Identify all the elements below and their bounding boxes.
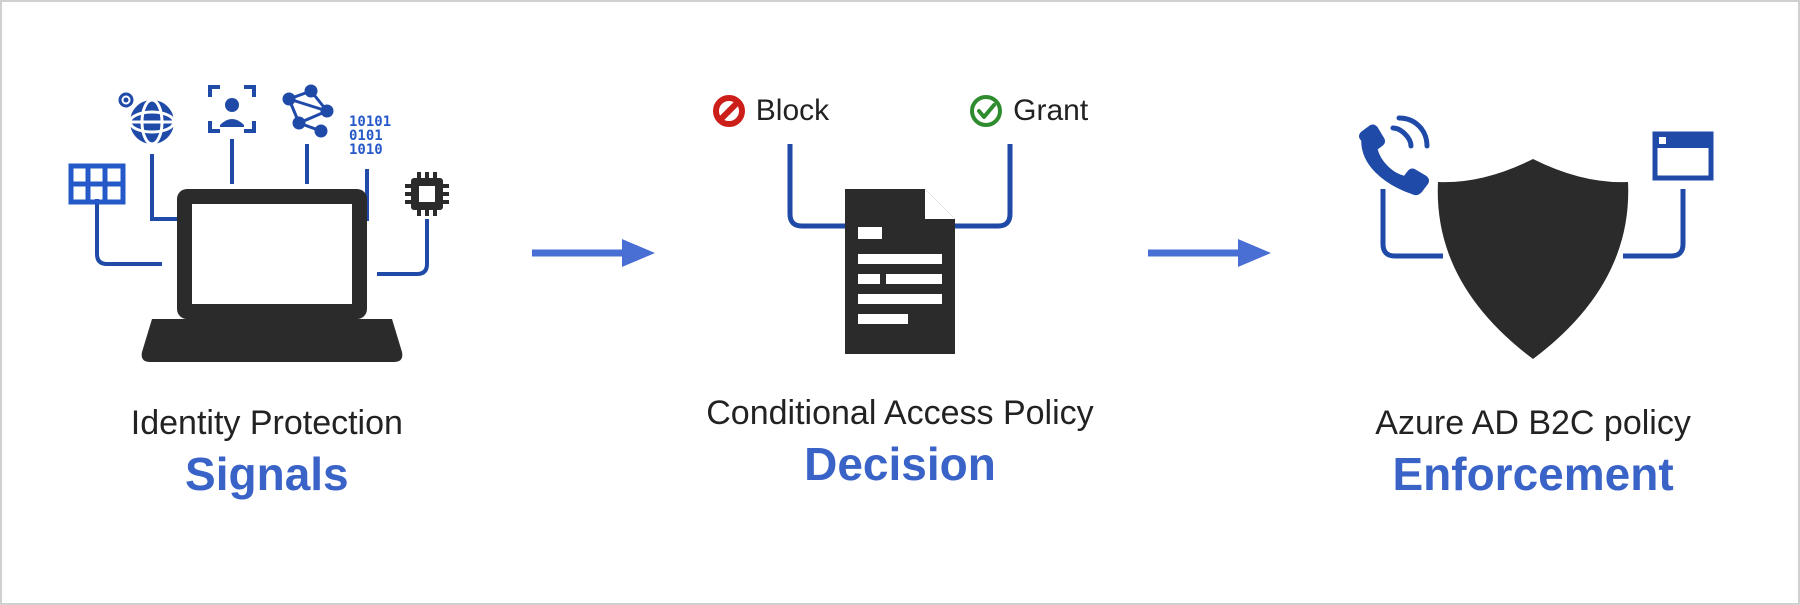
grant-icon	[969, 94, 1003, 128]
face-id-icon	[210, 87, 254, 131]
binary-code-icon: 10101 0101 1010	[349, 114, 391, 158]
signals-caption: Identity Protection Signals	[131, 404, 403, 501]
app-window-icon	[1655, 134, 1711, 178]
enforcement-title: Azure AD B2C policy	[1375, 404, 1691, 443]
enforcement-illustration	[1323, 84, 1743, 384]
grant-label-group: Grant	[969, 94, 1088, 128]
decision-emphasis: Decision	[706, 437, 1093, 491]
signals-emphasis: Signals	[131, 447, 403, 501]
svg-text:1010: 1010	[349, 142, 383, 158]
enforcement-caption: Azure AD B2C policy Enforcement	[1375, 404, 1691, 501]
block-text: Block	[756, 94, 829, 128]
arrow-1	[527, 233, 657, 273]
stage-enforcement: Azure AD B2C policy Enforcement	[1323, 84, 1743, 501]
stage-decision: Block Grant	[706, 94, 1093, 491]
signals-title: Identity Protection	[131, 404, 403, 443]
document-icon	[845, 189, 955, 354]
signals-illustration: 10101 0101 1010	[57, 84, 477, 384]
decision-illustration	[720, 134, 1080, 374]
grant-text: Grant	[1013, 94, 1088, 128]
phone-mfa-icon	[1359, 118, 1429, 195]
app-grid-icon	[71, 166, 123, 202]
chip-icon	[405, 172, 449, 216]
network-graph-icon	[284, 86, 332, 136]
block-label-group: Block	[712, 94, 829, 128]
block-icon	[712, 94, 746, 128]
decision-caption: Conditional Access Policy Decision	[706, 394, 1093, 491]
globe-icon	[120, 94, 174, 144]
enforcement-emphasis: Enforcement	[1375, 447, 1691, 501]
diagram-frame: 10101 0101 1010	[0, 0, 1800, 605]
arrow-2	[1143, 233, 1273, 273]
decision-title: Conditional Access Policy	[706, 394, 1093, 433]
shield-icon	[1438, 159, 1628, 359]
stage-signals: 10101 0101 1010	[57, 84, 477, 501]
laptop-icon	[142, 189, 403, 362]
decision-labels: Block Grant	[712, 94, 1088, 128]
